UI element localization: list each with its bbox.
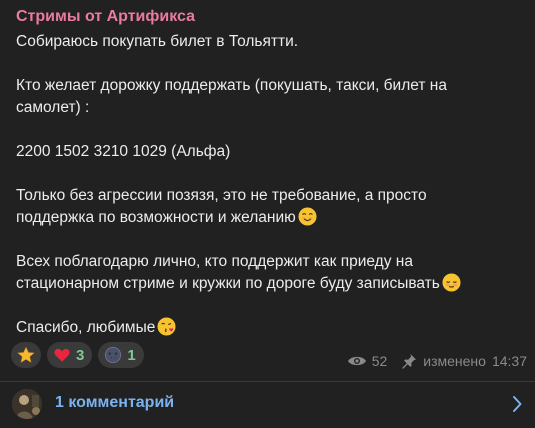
views-count: 52	[371, 353, 388, 369]
text-line-empty	[16, 119, 526, 141]
reaction-star[interactable]	[11, 342, 41, 368]
text-line-with-emoji: стационарном стриме и кружки по дороге б…	[16, 273, 526, 295]
text-line-with-emoji: Спасибо, любимые	[16, 317, 526, 339]
text-line: Кто желает дорожку поддержать (покушать,…	[16, 77, 447, 94]
message-time: 14:37	[491, 353, 527, 369]
pin-icon	[402, 354, 417, 369]
text-line: Только без агрессии позязя, это не требо…	[16, 187, 427, 204]
card-number-line: 2200 1502 3210 1029 (Альфа)	[16, 143, 231, 160]
eye-icon	[347, 356, 366, 366]
reaction-count: 1	[127, 346, 136, 364]
text-line: Всех поблагодарю лично, кто поддержит ка…	[16, 253, 413, 270]
comments-label: 1 комментарий	[55, 394, 175, 411]
chevron-right-icon	[513, 396, 522, 412]
text-line-empty	[16, 53, 526, 75]
comments-button[interactable]: 1 комментарий	[0, 382, 535, 428]
reaction-moon-face[interactable]: 1	[98, 342, 144, 368]
reaction-heart[interactable]: 3	[47, 342, 93, 368]
relieved-face-emoji	[442, 273, 461, 292]
smiling-face-emoji	[298, 207, 317, 226]
channel-name[interactable]: Стримы от Артификса	[16, 8, 195, 26]
text-line: самолет) :	[16, 99, 90, 116]
red-heart-icon	[54, 348, 70, 362]
text-line: Собираюсь покупать билет в Тольятти.	[16, 33, 299, 50]
text-line-empty	[16, 229, 526, 251]
message-meta: 52 изменено 14:37	[347, 353, 527, 369]
edited-label: изменено	[423, 353, 486, 369]
reaction-count: 3	[76, 346, 85, 364]
text-line-empty	[16, 295, 526, 317]
message-text: Собираюсь покупать билет в Тольятти. Кто…	[16, 31, 526, 339]
new-moon-face-icon	[105, 346, 122, 364]
star-icon	[17, 346, 35, 363]
message-bubble: Стримы от Артификса Собираюсь покупать б…	[0, 0, 535, 428]
face-blowing-kiss-emoji	[157, 317, 176, 336]
text-line-with-emoji: поддержка по возможности и желанию	[16, 207, 526, 229]
avatar	[12, 389, 42, 419]
reactions-bar: 3 1	[11, 342, 144, 368]
text-line-empty	[16, 163, 526, 185]
view-counter: 52	[347, 353, 388, 369]
